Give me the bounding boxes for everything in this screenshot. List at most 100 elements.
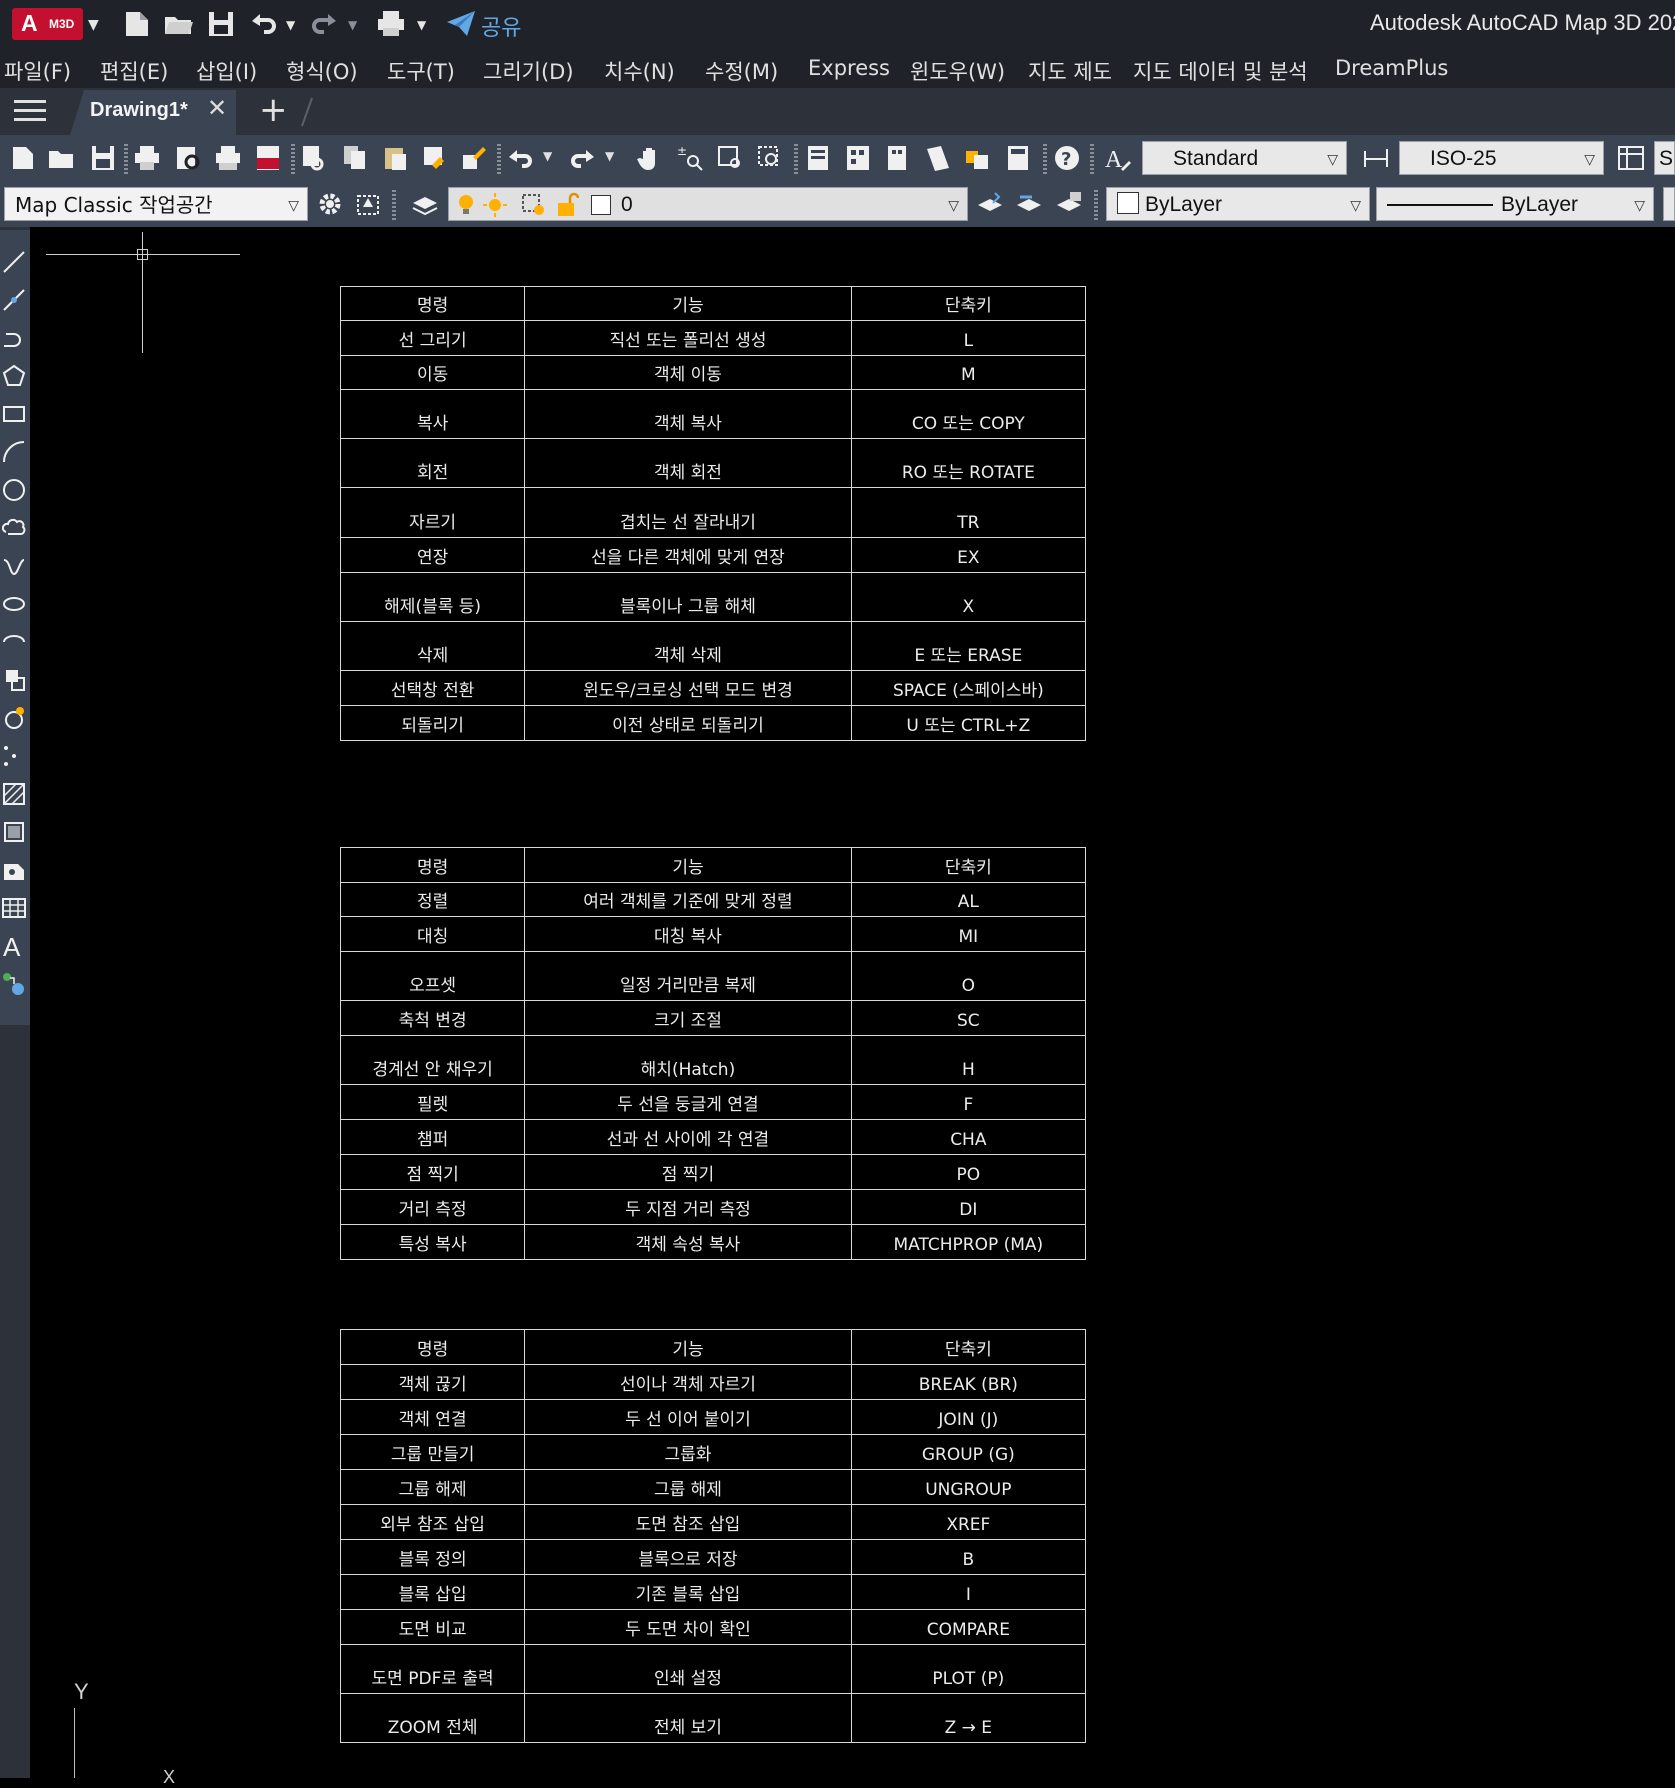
help-icon[interactable]: ? <box>1054 145 1080 171</box>
construction-line-icon[interactable] <box>2 288 26 312</box>
layer-previous-icon[interactable] <box>1016 191 1042 217</box>
open-folder-icon[interactable] <box>163 8 193 42</box>
match-properties-icon[interactable] <box>461 145 487 171</box>
color-dropdown[interactable]: ByLayer ▽ <box>1106 187 1370 221</box>
make-current-layer-icon[interactable] <box>977 191 1003 217</box>
zoom-realtime-icon[interactable]: ± <box>677 145 703 171</box>
circle-icon[interactable] <box>2 478 26 502</box>
ellipse-icon[interactable] <box>2 592 26 616</box>
new-tab-plus-icon[interactable]: + <box>259 90 288 130</box>
line-tool-icon[interactable] <box>2 250 26 274</box>
dimension-style-icon[interactable] <box>1363 145 1389 171</box>
plot-preview-icon[interactable] <box>175 145 201 171</box>
point-icon[interactable] <box>2 744 26 768</box>
multiline-text-icon[interactable]: A <box>2 934 26 958</box>
function-cell: 선을 다른 객체에 맞게 연장 <box>524 537 852 573</box>
paste-icon[interactable] <box>382 145 408 171</box>
menu-window[interactable]: 윈도우(W) <box>910 56 1005 86</box>
menu-modify[interactable]: 수정(M) <box>705 56 778 86</box>
polygon-icon[interactable] <box>2 364 26 388</box>
app-logo-button[interactable]: A M3D <box>12 8 83 40</box>
menu-edit[interactable]: 편집(E) <box>100 56 168 86</box>
rectangle-icon[interactable] <box>2 402 26 426</box>
spline-icon[interactable] <box>2 554 26 578</box>
table-style-dropdown[interactable]: S <box>1654 141 1675 175</box>
plot-icon[interactable] <box>375 8 407 42</box>
pan-hand-icon[interactable] <box>637 145 663 171</box>
calculator-icon[interactable] <box>1005 145 1031 171</box>
save-toolbar-icon[interactable] <box>90 145 116 171</box>
menu-map-drafting[interactable]: 지도 제도 <box>1028 56 1112 86</box>
lineweight-dropdown[interactable] <box>1663 187 1675 221</box>
gradient-icon[interactable] <box>2 820 26 844</box>
workspace-settings-gear-icon[interactable] <box>317 191 343 217</box>
menu-format[interactable]: 형식(O) <box>286 56 358 86</box>
customize-workspace-icon[interactable] <box>355 191 381 217</box>
redo-icon[interactable] <box>310 8 340 42</box>
hamburger-menu-icon[interactable] <box>14 100 46 122</box>
undo-icon[interactable] <box>248 8 278 42</box>
plot-toolbar-icon[interactable] <box>134 145 160 171</box>
redo-chevron-down-icon[interactable]: ▼ <box>348 8 357 42</box>
menu-tools[interactable]: 도구(T) <box>387 56 455 86</box>
open-icon[interactable] <box>48 145 74 171</box>
design-center-icon[interactable] <box>845 145 871 171</box>
copy-icon[interactable] <box>342 145 368 171</box>
new-file-icon[interactable] <box>123 8 151 42</box>
text-style-icon[interactable]: A <box>1105 145 1131 171</box>
layer-properties-icon[interactable] <box>412 191 438 217</box>
app-menu-chevron-icon[interactable]: ▼ <box>88 8 99 42</box>
share-icon[interactable] <box>445 8 477 42</box>
undo-toolbar-icon[interactable] <box>507 145 533 171</box>
tool-palettes-icon[interactable] <box>885 145 911 171</box>
insert-block-icon[interactable] <box>2 668 26 692</box>
table-row: 객체 연결 두 선 이어 붙이기 JOIN (J) <box>339 1399 1087 1435</box>
properties-palette-icon[interactable] <box>805 145 831 171</box>
polyline-icon[interactable] <box>2 326 26 350</box>
make-block-icon[interactable] <box>2 706 26 730</box>
menu-insert[interactable]: 삽입(I) <box>196 56 257 86</box>
text-style-dropdown[interactable]: Standard ▽ <box>1142 141 1347 175</box>
hatch-icon[interactable] <box>2 782 26 806</box>
menu-dreamplus[interactable]: DreamPlus <box>1335 56 1448 80</box>
workspace-dropdown[interactable]: Map Classic 작업공간 ▽ <box>4 187 308 221</box>
dimension-style-dropdown[interactable]: ISO-25 ▽ <box>1399 141 1604 175</box>
shortcut-cell: H <box>850 1035 1087 1085</box>
region-icon[interactable] <box>2 858 26 882</box>
menu-dimension[interactable]: 치수(N) <box>604 56 675 86</box>
arc-icon[interactable] <box>2 440 26 464</box>
tab-drawing1-label[interactable]: Drawing1* <box>90 99 188 122</box>
markup-set-icon[interactable] <box>964 145 990 171</box>
menu-file[interactable]: 파일(F) <box>4 56 71 86</box>
undo-list-chevron-icon[interactable]: ▼ <box>543 149 552 163</box>
add-selected-icon[interactable] <box>2 972 26 996</box>
revision-cloud-icon[interactable] <box>2 516 26 540</box>
drawing-canvas[interactable]: 명령 기능 단축키 선 그리기 직선 또는 폴리선 생성 L 이동 객체 이동 M 복사… <box>35 227 1675 1787</box>
zoom-previous-icon[interactable] <box>757 145 783 171</box>
table-icon[interactable] <box>2 896 26 920</box>
menu-express[interactable]: Express <box>808 56 890 80</box>
function-cell: 겹치는 선 잘라내기 <box>524 487 852 538</box>
cut-icon[interactable] <box>301 145 327 171</box>
zoom-window-icon[interactable] <box>717 145 743 171</box>
tab-close-icon[interactable]: ✕ <box>207 94 227 122</box>
qnew-icon[interactable] <box>10 145 36 171</box>
dwf-export-icon[interactable] <box>255 145 281 171</box>
undo-chevron-down-icon[interactable]: ▼ <box>286 8 295 42</box>
redo-toolbar-icon[interactable] <box>570 145 596 171</box>
redo-list-chevron-icon[interactable]: ▼ <box>605 149 614 163</box>
save-icon[interactable] <box>207 8 235 42</box>
table-style-icon[interactable] <box>1618 145 1644 171</box>
publish-icon[interactable] <box>215 145 241 171</box>
share-label[interactable]: 공유 <box>481 10 521 42</box>
customize-chevron-down-icon[interactable]: ▼ <box>417 8 426 42</box>
copy-clip-icon[interactable] <box>422 145 448 171</box>
menu-draw[interactable]: 그리기(D) <box>483 56 574 86</box>
ellipse-arc-icon[interactable] <box>2 630 26 654</box>
layer-states-icon[interactable] <box>1056 191 1082 217</box>
table-style-value: S <box>1659 147 1674 170</box>
sheet-set-manager-icon[interactable] <box>925 145 951 171</box>
menu-map-data-analysis[interactable]: 지도 데이터 및 분석 <box>1133 56 1308 86</box>
linetype-dropdown[interactable]: ByLayer ▽ <box>1376 187 1654 221</box>
layer-dropdown[interactable]: 0 ▽ <box>448 187 968 221</box>
